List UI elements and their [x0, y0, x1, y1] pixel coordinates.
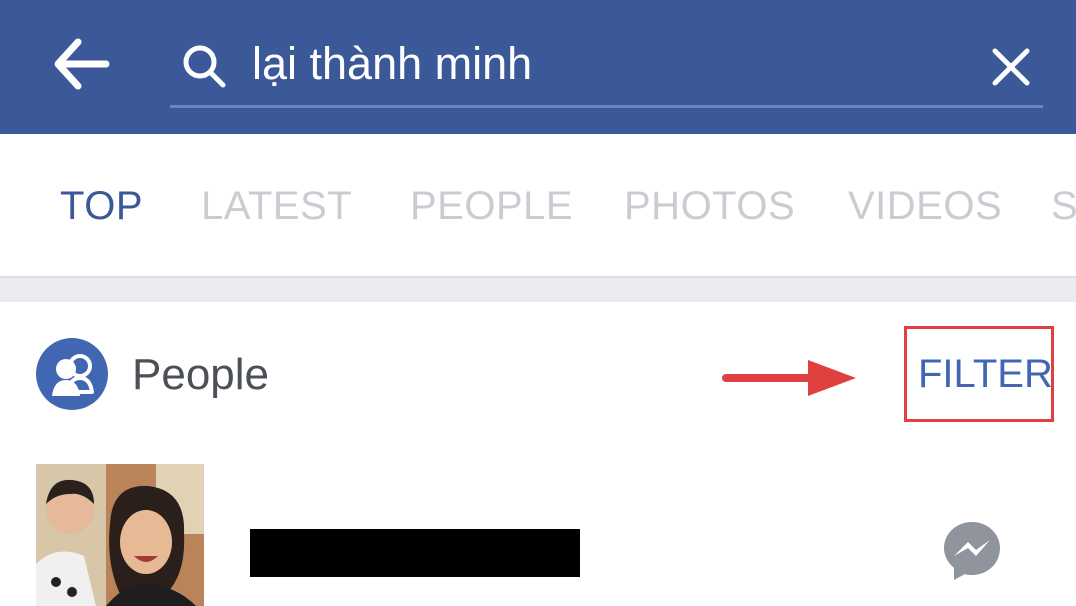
filter-button[interactable]: FILTER: [918, 352, 1053, 397]
avatar[interactable]: [36, 464, 204, 606]
redacted-name[interactable]: [250, 529, 580, 577]
search-bar: [170, 22, 1043, 108]
search-tabs: TOP LATEST PEOPLE PHOTOS VIDEOS S: [0, 134, 1076, 276]
tab-latest[interactable]: LATEST: [201, 184, 352, 229]
tab-more[interactable]: S: [1051, 184, 1076, 229]
search-underline: [170, 105, 1043, 108]
search-results-screen: TOP LATEST PEOPLE PHOTOS VIDEOS S People…: [0, 0, 1076, 606]
people-section-title: People: [132, 350, 270, 399]
arrow-left-icon: [54, 38, 110, 90]
messenger-button[interactable]: [940, 518, 1004, 582]
people-section: People FILTER: [0, 302, 1076, 606]
tab-top[interactable]: TOP: [60, 184, 143, 229]
search-icon: [183, 45, 226, 88]
tab-people[interactable]: PEOPLE: [410, 184, 573, 229]
close-icon[interactable]: [986, 42, 1036, 92]
tab-photos[interactable]: PHOTOS: [624, 184, 795, 229]
search-input[interactable]: [252, 32, 972, 96]
red-arrow-icon: [722, 360, 856, 396]
people-icon: [36, 338, 108, 410]
tab-videos[interactable]: VIDEOS: [848, 184, 1002, 229]
section-divider: [0, 276, 1076, 302]
back-button[interactable]: [50, 36, 114, 92]
search-header: [0, 0, 1076, 134]
messenger-icon: [944, 522, 1000, 580]
